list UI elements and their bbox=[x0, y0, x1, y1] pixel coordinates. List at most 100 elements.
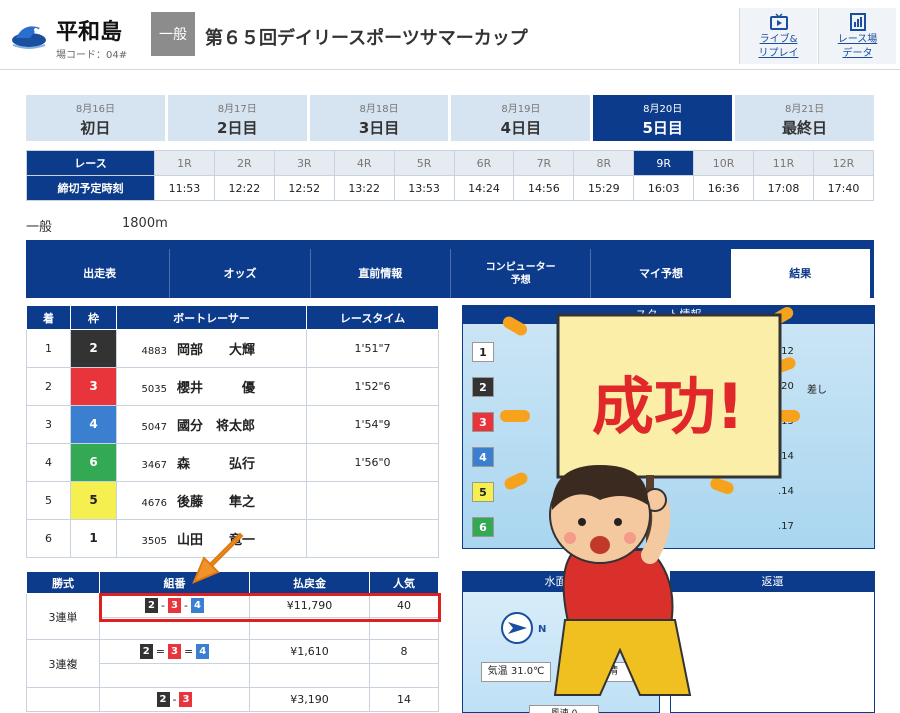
race-number-cell[interactable]: 3R bbox=[273, 150, 335, 176]
racer-cell[interactable]: 4676 後藤 隼之 bbox=[116, 481, 307, 520]
racer-reg: 5035 bbox=[141, 384, 167, 395]
deadline-time: 16:03 bbox=[633, 175, 695, 201]
race-number-cell[interactable]: 10R bbox=[693, 150, 755, 176]
popularity: 8 bbox=[369, 639, 439, 664]
race-number-cell[interactable]: 6R bbox=[453, 150, 515, 176]
tab-results[interactable]: 結果 bbox=[730, 249, 870, 298]
start-time: .20 bbox=[778, 381, 794, 392]
race-number-cell[interactable]: 5R bbox=[393, 150, 455, 176]
wind-direction-icon bbox=[501, 612, 533, 644]
day-tab[interactable]: 8月21日 最終日 bbox=[735, 95, 874, 141]
waku-number: 6 bbox=[71, 444, 116, 481]
waku-cell: 3 bbox=[70, 367, 117, 406]
live-label-2: リプレイ bbox=[758, 48, 799, 59]
race-time bbox=[306, 519, 439, 558]
deadline-time: 12:22 bbox=[213, 175, 275, 201]
racer-name: 國分 将太郎 bbox=[177, 419, 256, 434]
water-conditions-panel: 水面気 N 気温 31.0℃ 晴 風速 0 bbox=[462, 571, 660, 713]
race-distance: 1800m bbox=[122, 216, 168, 231]
race-title: 第６５回デイリースポーツサマーカップ bbox=[205, 28, 528, 49]
combo-sep: = bbox=[155, 645, 165, 658]
payout-amount: ¥1,610 bbox=[249, 639, 370, 664]
race-number-cell-active[interactable]: 9R bbox=[633, 150, 695, 176]
race-number-cell[interactable]: 7R bbox=[513, 150, 575, 176]
live-label-1: ライブ& bbox=[759, 34, 798, 45]
water-title: 水面気 bbox=[463, 572, 659, 592]
waku-cell: 5 bbox=[70, 481, 117, 520]
waku-cell: 4 bbox=[70, 405, 117, 444]
day-name: 3日目 bbox=[358, 119, 400, 137]
bet-type: 3連単 bbox=[26, 593, 100, 640]
table-row: 2 3 5035 櫻井 優 1'52"6 bbox=[26, 367, 439, 406]
day-date: 8月20日 bbox=[643, 104, 683, 115]
start-boat: 2 bbox=[472, 377, 494, 397]
race-time: 1'52"6 bbox=[306, 367, 439, 406]
day-date: 8月18日 bbox=[359, 104, 399, 115]
start-note: 差し bbox=[807, 385, 827, 396]
rank: 5 bbox=[26, 481, 71, 520]
bet-type: 3連複 bbox=[26, 639, 100, 688]
race-number-cell[interactable]: 1R bbox=[154, 150, 215, 176]
tab-odds[interactable]: オッズ bbox=[170, 249, 311, 298]
racer-reg: 3505 bbox=[141, 536, 167, 547]
return-panel: 返還 bbox=[670, 571, 875, 713]
start-boat: 6 bbox=[472, 517, 494, 537]
tab-computer-prediction[interactable]: コンピューター 予想 bbox=[451, 249, 592, 298]
day-tab[interactable]: 8月19日 4日目 bbox=[451, 95, 591, 141]
race-time: 1'51"7 bbox=[306, 329, 439, 368]
weather: 晴 bbox=[593, 662, 633, 682]
race-number-cell[interactable]: 2R bbox=[213, 150, 275, 176]
day-tab[interactable]: 8月17日 2日目 bbox=[167, 95, 307, 141]
venue-data-button[interactable]: レース場 データ bbox=[818, 8, 896, 64]
tab-my-prediction[interactable]: マイ予想 bbox=[591, 249, 730, 298]
deadline-time: 17:40 bbox=[812, 175, 875, 201]
day-tab-active[interactable]: 8月20日 5日目 bbox=[593, 95, 733, 141]
wind-direction-label: N bbox=[538, 624, 547, 635]
day-name: 2日目 bbox=[217, 119, 258, 137]
tab-entries[interactable]: 出走表 bbox=[30, 249, 171, 298]
trifecta-highlight-box bbox=[99, 593, 441, 622]
waku-number: 1 bbox=[71, 520, 116, 557]
venue-code: 場コード：04# bbox=[56, 50, 128, 61]
chart-document-icon bbox=[849, 13, 866, 31]
race-number-cell[interactable]: 12R bbox=[812, 150, 875, 176]
start-time: .12 bbox=[778, 346, 794, 357]
racer-cell[interactable]: 3467 森 弘行 bbox=[116, 443, 307, 482]
venue-name: 平和島 bbox=[56, 20, 123, 45]
start-boat: 1 bbox=[472, 342, 494, 362]
race-number-cell[interactable]: 8R bbox=[573, 150, 635, 176]
day-tab[interactable]: 8月18日 3日目 bbox=[309, 95, 449, 141]
payout-amount: ¥3,190 bbox=[249, 687, 370, 712]
deadline-time: 16:36 bbox=[693, 175, 755, 201]
waku-cell: 6 bbox=[70, 443, 117, 482]
start-info-panel: スタート情報 1 2 3 4 5 6 .12 .20 差し .15 .14 .1… bbox=[462, 305, 875, 549]
racer-reg: 4883 bbox=[141, 346, 167, 357]
waku-number: 3 bbox=[71, 368, 116, 405]
combo-sep: = bbox=[184, 645, 194, 658]
start-boat: 5 bbox=[472, 482, 494, 502]
col-waku: 枠 bbox=[70, 305, 117, 330]
start-time: .14 bbox=[778, 486, 794, 497]
live-replay-button[interactable]: ライブ& リプレイ bbox=[739, 8, 817, 64]
race-number-cell[interactable]: 11R bbox=[753, 150, 814, 176]
racer-cell[interactable]: 4883 岡部 大輝 bbox=[116, 329, 307, 368]
racer-name: 岡部 大輝 bbox=[177, 343, 256, 358]
start-time: .14 bbox=[778, 451, 794, 462]
day-tab[interactable]: 8月16日 初日 bbox=[26, 95, 165, 141]
combo-boat: 2 bbox=[156, 692, 170, 707]
race-class: 一般 bbox=[26, 220, 53, 235]
temperature: 気温 31.0℃ bbox=[481, 662, 551, 682]
col-popularity: 人気 bbox=[369, 571, 439, 594]
rank: 2 bbox=[26, 367, 71, 406]
site-header: 平和島 場コード：04# 一般 第６５回デイリースポーツサマーカップ ライブ& … bbox=[0, 0, 900, 70]
tv-icon bbox=[769, 13, 788, 30]
racer-cell[interactable]: 5047 國分 将太郎 bbox=[116, 405, 307, 444]
day-date: 8月21日 bbox=[785, 104, 825, 115]
result-table: 着 枠 ボートレーサー レースタイム 1 2 4883 岡部 大輝 1'51"7 … bbox=[26, 305, 439, 558]
combination-cell: 2 - 3 bbox=[99, 687, 250, 712]
deadline-time: 17:08 bbox=[753, 175, 814, 201]
racer-reg: 5047 bbox=[141, 422, 167, 433]
tab-pre-race[interactable]: 直前情報 bbox=[311, 249, 451, 298]
racer-cell[interactable]: 5035 櫻井 優 bbox=[116, 367, 307, 406]
race-number-cell[interactable]: 4R bbox=[333, 150, 395, 176]
